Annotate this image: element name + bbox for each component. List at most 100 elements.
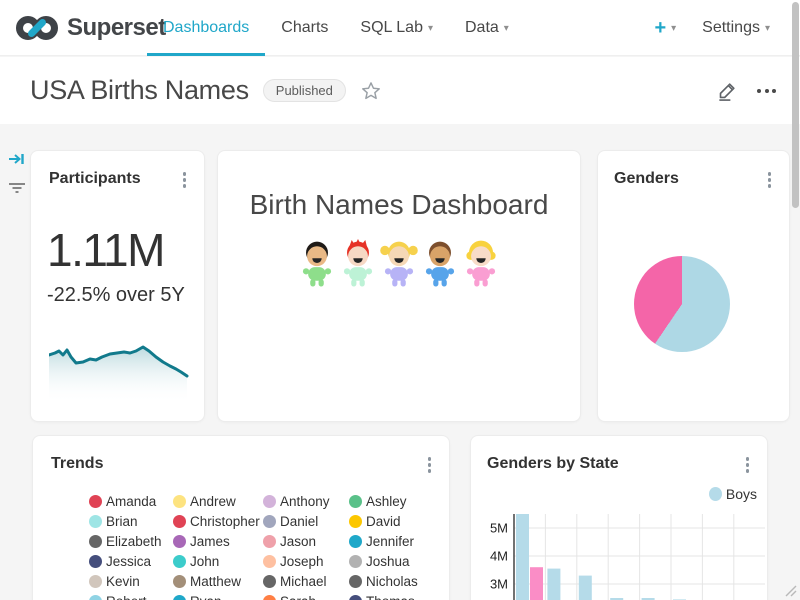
legend-item[interactable]: Sarah	[263, 591, 349, 600]
main-nav: Dashboards Charts SQL Lab ▾ Data ▾	[147, 0, 525, 56]
legend-item[interactable]: Daniel	[263, 511, 349, 531]
edit-pencil-icon[interactable]	[716, 79, 739, 102]
legend-label: Jennifer	[366, 534, 414, 549]
kid-figure-icon	[462, 239, 500, 292]
kebab-menu-icon[interactable]	[424, 455, 436, 475]
dashboard-grid: Participants 1.11M -22.5% over 5Y Birth …	[0, 124, 800, 600]
resize-handle-icon[interactable]	[782, 582, 798, 598]
legend-dot	[89, 535, 102, 548]
trends-legend: Amanda Andrew Anthony Ashley Brian Christophe…	[89, 491, 445, 600]
kids-figures	[218, 239, 580, 292]
legend-item[interactable]: Brian	[89, 511, 173, 531]
legend-item[interactable]: Nicholas	[349, 571, 445, 591]
legend-item[interactable]: Joseph	[263, 551, 349, 571]
legend-dot	[263, 595, 276, 600]
legend-label: Brian	[106, 514, 138, 529]
legend-item[interactable]: Anthony	[263, 491, 349, 511]
legend-label: Jason	[280, 534, 316, 549]
legend-item[interactable]: Christopher	[173, 511, 263, 531]
more-actions-icon[interactable]	[755, 85, 778, 97]
superset-dashboard-app: { "icons": { "caret_down": "▾" }, "heade…	[0, 0, 800, 600]
legend-item[interactable]: Matthew	[173, 571, 263, 591]
legend-label: Sarah	[280, 594, 316, 600]
caret-down-icon: ▾	[504, 23, 509, 34]
plus-icon: +	[654, 18, 666, 38]
legend-dot	[173, 595, 186, 600]
published-badge[interactable]: Published	[263, 79, 346, 102]
bar-boys-cat0	[516, 514, 529, 600]
legend-item[interactable]: Jennifer	[349, 531, 445, 551]
big-number-subheader: -22.5% over 5Y	[47, 284, 185, 307]
legend-dot	[349, 495, 362, 508]
kebab-menu-icon[interactable]	[179, 170, 191, 190]
legend-item[interactable]: Thomas	[349, 591, 445, 600]
legend-dot	[173, 535, 186, 548]
legend-item[interactable]: Elizabeth	[89, 531, 173, 551]
filter-icon[interactable]	[7, 178, 27, 196]
title-actions	[716, 57, 778, 124]
nav-item-dashboards[interactable]: Dashboards	[147, 0, 265, 56]
legend-label: Daniel	[280, 514, 318, 529]
kid-figure-icon	[298, 239, 336, 292]
legend-item[interactable]: Ryan	[173, 591, 263, 600]
superset-logo[interactable]: Superset	[14, 0, 166, 56]
big-number-value: 1.11M	[47, 223, 164, 277]
chart-title: Participants	[49, 170, 141, 188]
legend-dot	[89, 555, 102, 568]
legend-label: Thomas	[366, 594, 415, 600]
legend-dot	[349, 555, 362, 568]
legend-label: John	[190, 554, 219, 569]
participants-sparkline-chart[interactable]	[49, 343, 189, 403]
legend-dot	[173, 575, 186, 588]
expand-filter-bar-icon[interactable]	[8, 150, 26, 168]
legend-item[interactable]: David	[349, 511, 445, 531]
chart-title: Trends	[51, 455, 103, 473]
kid-figure-icon	[339, 239, 377, 292]
legend-item[interactable]: Amanda	[89, 491, 173, 511]
legend-label: Robert	[106, 594, 147, 600]
legend-label: Michael	[280, 574, 327, 589]
legend-label: Kevin	[106, 574, 140, 589]
legend-dot	[173, 515, 186, 528]
legend-dot	[349, 535, 362, 548]
legend-label: Ryan	[190, 594, 222, 600]
legend-dot	[173, 555, 186, 568]
favorite-star-icon[interactable]	[360, 80, 382, 102]
dashboard-title-bar: USA Births Names Published	[0, 57, 800, 124]
legend-label: Boys	[726, 486, 757, 502]
caret-down-icon: ▾	[765, 23, 770, 34]
legend-dot	[349, 575, 362, 588]
legend-item[interactable]: Jessica	[89, 551, 173, 571]
y-axis-tick-label: 5M	[490, 521, 508, 536]
kebab-menu-icon[interactable]	[764, 170, 776, 190]
nav-item-sql-lab[interactable]: SQL Lab ▾	[344, 0, 449, 56]
title-group: USA Births Names Published	[30, 57, 382, 124]
genders-by-state-chart[interactable]: 5M4M3M	[485, 508, 765, 600]
legend-item[interactable]: Ashley	[349, 491, 445, 511]
legend-dot	[349, 595, 362, 600]
genders-pie-chart[interactable]	[634, 256, 730, 352]
legend-item[interactable]: Joshua	[349, 551, 445, 571]
legend-item[interactable]: Jason	[263, 531, 349, 551]
vertical-scrollbar[interactable]	[792, 2, 799, 208]
legend-item[interactable]: James	[173, 531, 263, 551]
markdown-heading: Birth Names Dashboard	[218, 189, 580, 221]
y-axis-tick-label: 4M	[490, 549, 508, 564]
legend-item[interactable]: Robert	[89, 591, 173, 600]
legend-label: Anthony	[280, 494, 330, 509]
chart-title: Genders by State	[487, 455, 619, 473]
legend-item[interactable]: Michael	[263, 571, 349, 591]
legend-item[interactable]: Andrew	[173, 491, 263, 511]
card-markdown-header: Birth Names Dashboard	[217, 150, 581, 422]
legend-label: Andrew	[190, 494, 236, 509]
chart-title: Genders	[614, 170, 679, 188]
legend-item[interactable]: Kevin	[89, 571, 173, 591]
settings-menu[interactable]: Settings ▾	[702, 19, 770, 37]
nav-item-charts[interactable]: Charts	[265, 0, 344, 56]
legend-item[interactable]: John	[173, 551, 263, 571]
nav-item-data[interactable]: Data ▾	[449, 0, 525, 56]
legend-item-boys[interactable]: Boys	[709, 486, 757, 502]
caret-down-icon: ▾	[671, 23, 676, 34]
new-item-button[interactable]: + ▾	[654, 18, 676, 38]
kebab-menu-icon[interactable]	[742, 455, 754, 475]
